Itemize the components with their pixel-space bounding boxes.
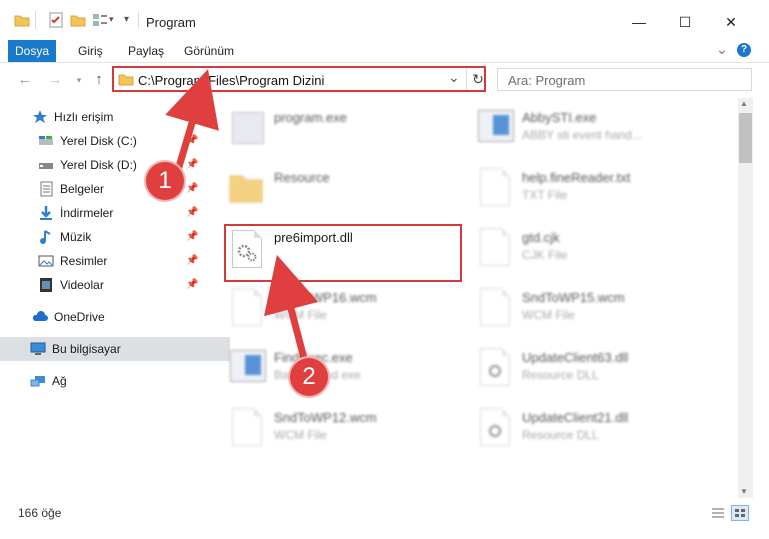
- step-badge-2: 2: [290, 358, 328, 396]
- scroll-thumb[interactable]: [739, 113, 752, 163]
- scroll-down-icon[interactable]: ▼: [740, 487, 748, 496]
- arrow-to-address: [165, 69, 219, 171]
- arrow-to-file: [264, 254, 319, 367]
- step-badge-1: 1: [146, 162, 184, 200]
- item-count: 166 öğe: [18, 506, 62, 520]
- details-view-icon[interactable]: [711, 507, 725, 519]
- large-icons-view-icon[interactable]: [731, 505, 749, 521]
- scroll-up-icon[interactable]: ▲: [740, 99, 748, 108]
- annotation-arrows: [165, 69, 319, 367]
- status-bar: [0, 500, 769, 525]
